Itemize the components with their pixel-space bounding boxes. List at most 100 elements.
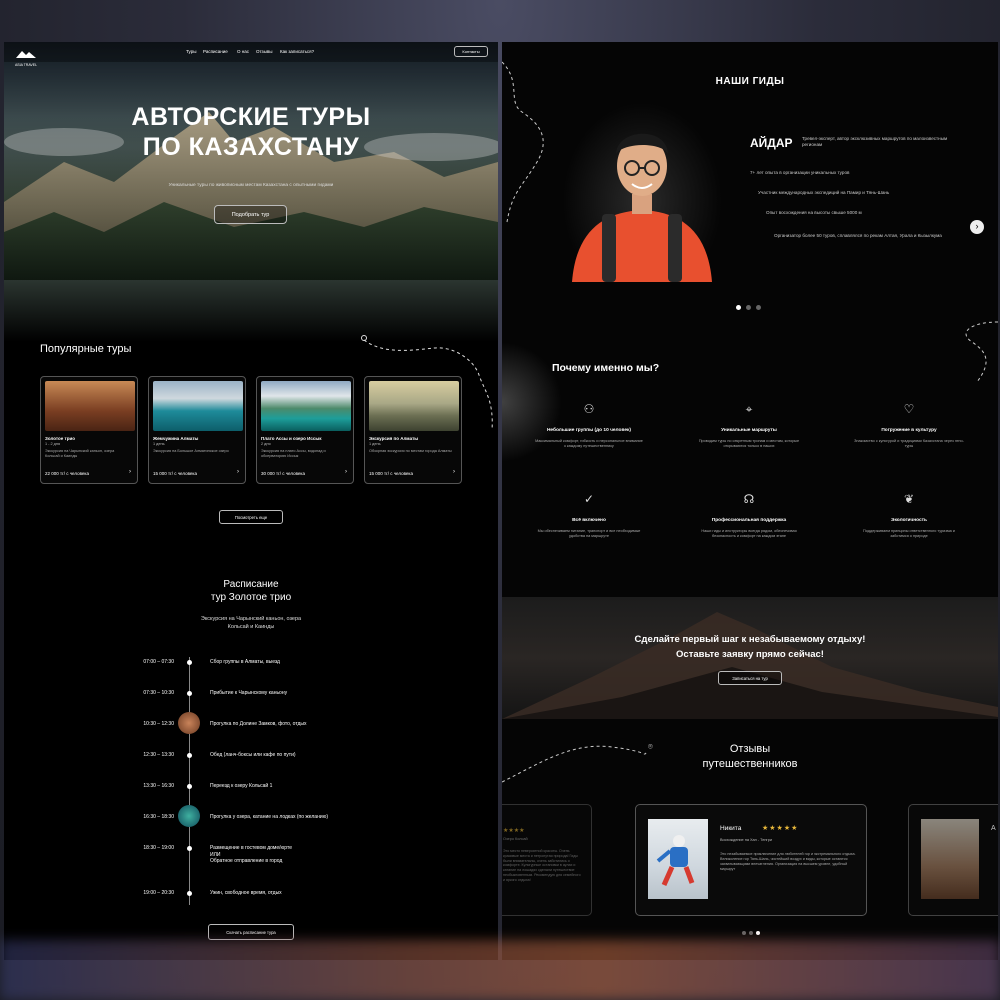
review-card-next[interactable]: А (908, 804, 998, 916)
download-schedule-button[interactable]: Скачать расписание тура (208, 924, 294, 940)
nav-item-how-to-book[interactable]: Как записаться? (280, 49, 314, 54)
feature-desc: Максимальный комфорт, гибкость и персона… (535, 439, 643, 448)
schedule-time: 16:30 – 18:30 (143, 814, 174, 820)
reviewer-photo (648, 819, 708, 899)
rating-stars: ★★★★ (503, 828, 525, 834)
timeline-dot (187, 753, 192, 758)
hero-subtitle: Уникальные туры по живописным местам Каз… (168, 183, 334, 188)
hero-title: АВТОРСКИЕ ТУРЫ ПО КАЗАХСТАНУ (4, 102, 498, 162)
schedule-event-multi: Размещение в гостевом доме/юрте ИЛИ Обра… (210, 845, 292, 865)
review-card-main[interactable]: Никита ★★★★★ Восхождение на Хан - Тенгри… (635, 804, 867, 916)
tour-image-canyon (45, 381, 135, 431)
chevron-right-icon[interactable]: › (237, 469, 239, 475)
guide-role: Тревел-эксперт, автор эксклюзивных маршр… (802, 136, 948, 147)
guide-fact: Организатор более 50 туров, сплавлялся п… (774, 233, 942, 238)
tour-description: Обзорная экскурсия по местам города Алма… (369, 449, 452, 453)
hero-background (4, 42, 498, 342)
carousel-dot-active[interactable] (756, 931, 760, 935)
feature-desc: Знакомство с культурой и традициями Каза… (854, 439, 964, 448)
chevron-right-icon[interactable]: › (129, 469, 131, 475)
tour-description: Экскурсия на Большое Алматинское озеро (153, 449, 229, 453)
tour-card-assy-plateau[interactable]: Плато Ассы и озеро Иссык 2 дня Экскурсия… (256, 376, 354, 484)
carousel-dot[interactable] (746, 305, 751, 310)
contacts-button[interactable]: Контакты (454, 46, 488, 57)
reviewer-name: Никита (720, 825, 742, 832)
guide-portrait-illustration (572, 133, 712, 282)
guide-fact: 7+ лет опыта в организации уникальных ту… (750, 170, 850, 175)
timeline-photo-canyon (178, 712, 200, 734)
schedule-title-line2: тур Золотое трио (210, 592, 292, 603)
tour-title: Жемчужина Алматы (153, 436, 199, 441)
schedule-time: 07:00 – 07:30 (143, 659, 174, 665)
schedule-time: 18:30 – 19:00 (143, 845, 174, 851)
feature-title: Небольшие группы (до 10 человек) (546, 428, 632, 433)
tour-image-lake (153, 381, 243, 431)
carousel-dot[interactable] (756, 305, 761, 310)
tour-card-almaty-city[interactable]: Экскурсия по Алматы 1 день Обзорная экск… (364, 376, 462, 484)
feature-desc: Проводим туры по секретным тропам и мест… (698, 439, 800, 448)
brand-logo[interactable]: ASIA TRAVEL (14, 45, 38, 67)
why-title: Почему именно мы? (552, 362, 660, 374)
tour-image-city (369, 381, 459, 431)
eco-icon: ❦ (903, 492, 915, 506)
tour-price: 15 000 тг/ с человека (153, 471, 198, 476)
feature-all-inclusive: ✓ Всё включено Мы обеспечиваем питание, … (534, 492, 644, 539)
show-more-button[interactable]: Посмотреть еще (219, 510, 283, 524)
reviews-title: Отзывы путешественников (502, 742, 998, 772)
schedule-event: Сбор группы в Алматы, выезд (210, 659, 280, 665)
nav-item-schedule[interactable]: Расписание (203, 49, 228, 54)
nav-item-reviews[interactable]: Отзывы (256, 49, 272, 54)
review-card-prev[interactable]: ★★★★ Озеро Колсай Это место невероятной … (502, 804, 592, 916)
rating-stars: ★★★★★ (762, 825, 799, 832)
feature-title: Экологичность (891, 518, 927, 523)
feature-title: Уникальные маршруты (721, 428, 777, 433)
schedule-event: Прогулка по Долине Замков, фото, отдых (210, 721, 307, 727)
timeline-dot (187, 846, 192, 851)
tour-card-golden-trio[interactable]: Золотое трио 1 - 2 дня Экскурсия на Чары… (40, 376, 138, 484)
tour-duration: 1 день (369, 442, 381, 446)
brand-name: ASIA TRAVEL (14, 63, 38, 67)
headset-icon: ☊ (743, 492, 755, 506)
feature-culture: ♡ Погружение в культуру Знакомство с кул… (854, 402, 964, 449)
book-tour-button[interactable]: Записаться на тур (718, 671, 782, 685)
hero-title-line2: ПО КАЗАХСТАНУ (142, 133, 360, 161)
tour-title: Экскурсия по Алматы (369, 436, 419, 441)
tour-price: 22 000 тг/ с человека (45, 471, 90, 476)
guide-photo (562, 102, 722, 282)
schedule-time: 10:30 – 12:30 (143, 721, 174, 727)
chevron-right-icon[interactable]: › (345, 469, 347, 475)
reviewer-photo (921, 819, 979, 899)
timeline-dot (187, 891, 192, 896)
tour-duration: 2 дня (261, 442, 271, 446)
schedule-event: Прогулка у озера, катание на лодках (по … (210, 814, 329, 820)
pick-tour-button[interactable]: Подобрать тур (214, 205, 287, 224)
nav-item-tours[interactable]: Туры (186, 49, 196, 54)
carousel-dot-active[interactable] (736, 305, 741, 310)
tour-card-almaty-pearl[interactable]: Жемчужина Алматы 1 день Экскурсия на Бол… (148, 376, 246, 484)
tour-title: Плато Ассы и озеро Иссык (261, 436, 322, 441)
climber-illustration (656, 835, 695, 887)
top-navigation: ASIA TRAVEL Туры Расписание О нас Отзывы… (4, 42, 498, 67)
map-icon: ⌖ (745, 402, 753, 416)
carousel-dot[interactable] (742, 931, 746, 935)
guide-fact: Опыт восхождения на высоты свыше 5000 м (766, 210, 862, 215)
schedule-title: Расписание тур Золотое трио (4, 578, 498, 604)
feature-desc: Мы обеспечиваем питание, транспорт и все… (537, 529, 641, 538)
mountains-illustration (4, 112, 498, 342)
nav-item-about[interactable]: О нас (237, 49, 249, 54)
chevron-right-icon[interactable]: › (970, 220, 984, 234)
chevron-right-icon[interactable]: › (453, 469, 455, 475)
schedule-event: Переезд к озеру Кольсай 1 (210, 783, 273, 789)
schedule-time: 19:00 – 20:30 (143, 890, 174, 896)
guide-fact: Участник международных экспедиций на Пам… (758, 190, 890, 195)
feature-desc: Поддерживаем принципы ответственного тур… (863, 529, 955, 538)
feature-eco: ❦ Экологичность Поддерживаем принципы от… (854, 492, 964, 539)
reviews-title-line1: Отзывы (729, 743, 771, 755)
cta-line1: Сделайте первый шаг к незабываемому отды… (634, 634, 866, 645)
bottom-glow-decor (0, 940, 1000, 1000)
tour-description: Экскурсия на Чарынский каньон, озера Кол… (45, 449, 115, 458)
timeline-photo-lake (178, 805, 200, 827)
carousel-dot[interactable] (749, 931, 753, 935)
guides-title: НАШИ ГИДЫ (715, 76, 785, 87)
schedule-time: 13:30 – 16:30 (143, 783, 174, 789)
